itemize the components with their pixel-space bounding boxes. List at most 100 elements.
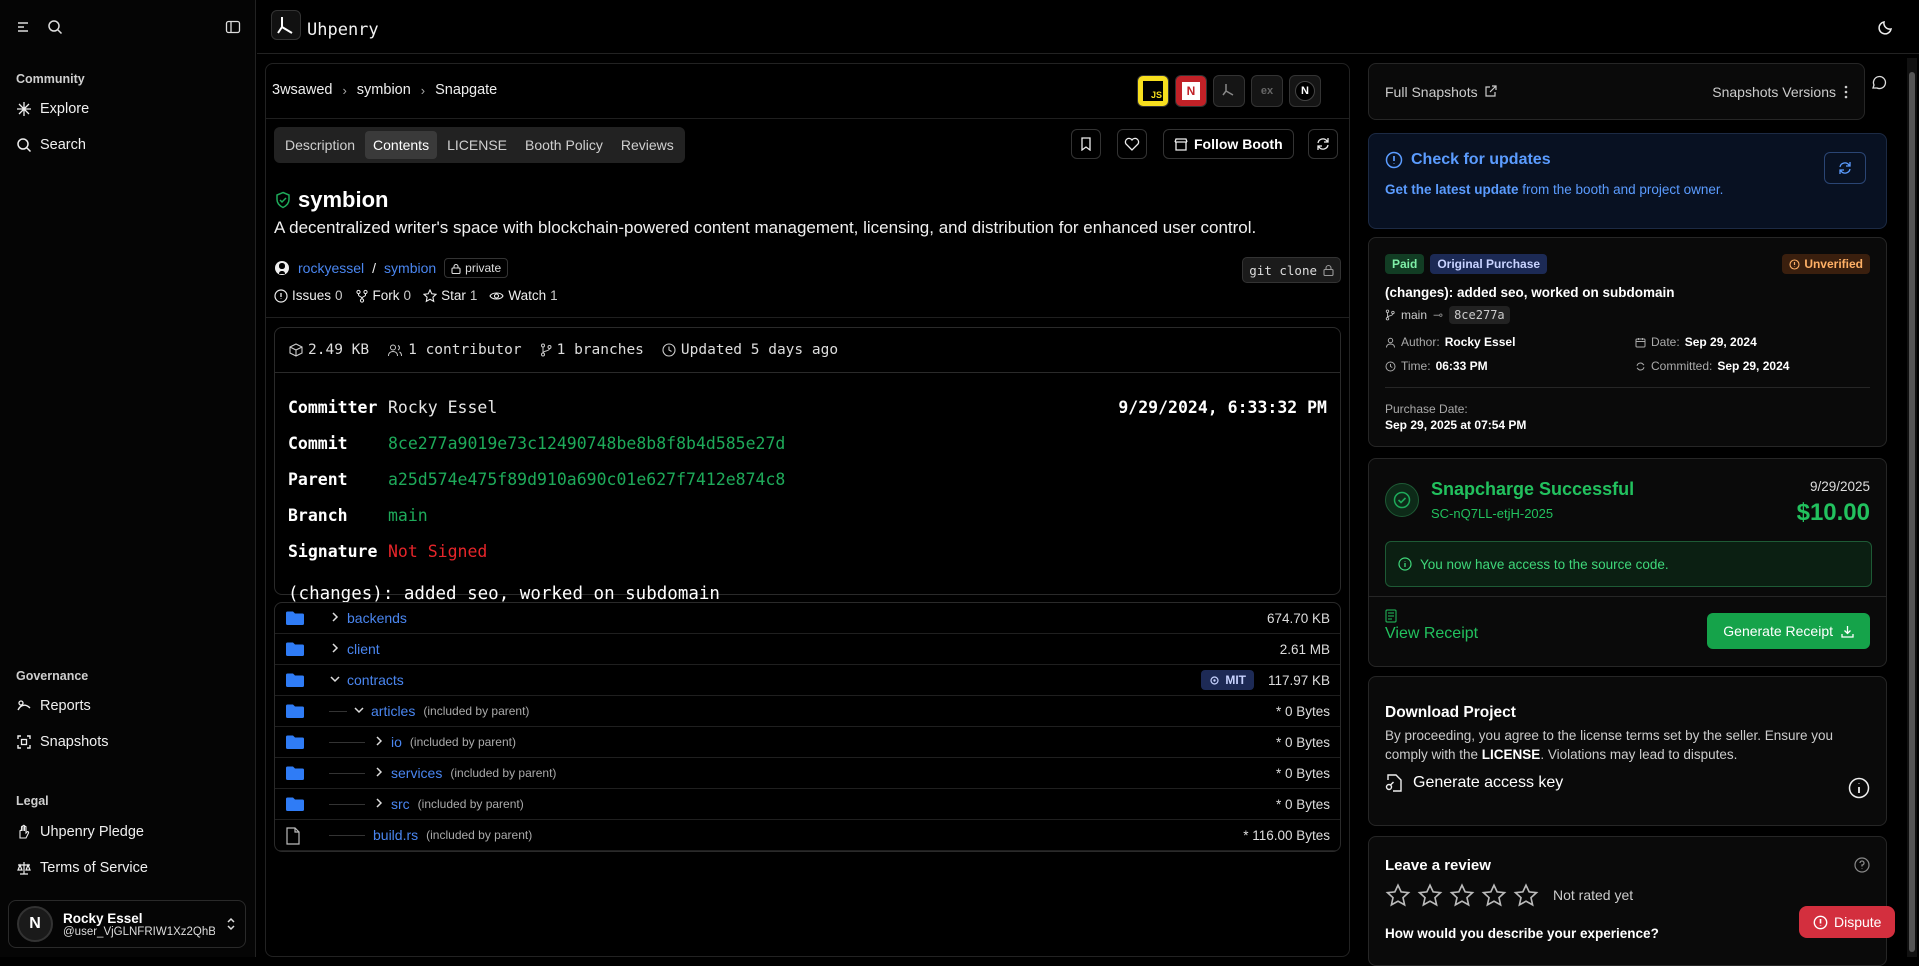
repo-description: A decentralized writer's space with bloc…: [274, 218, 1257, 237]
file-name[interactable]: contracts: [347, 672, 404, 688]
uhpenry-icon[interactable]: [1213, 75, 1245, 107]
chevron-right-icon[interactable]: [329, 642, 341, 654]
breadcrumb-item[interactable]: Snapgate: [435, 82, 497, 98]
file-note: (included by parent): [409, 735, 516, 749]
fork-stat[interactable]: Fork 0: [355, 288, 411, 303]
user-menu[interactable]: N Rocky Essel @user_VjGLNFRIW1Xz2QhB...: [8, 900, 246, 948]
file-row[interactable]: contracts MIT 117.97 KB: [275, 665, 1340, 696]
date-value: Sep 29, 2024: [1684, 335, 1757, 349]
follow-label: Follow Booth: [1194, 136, 1283, 152]
file-row[interactable]: io (included by parent) * 0 Bytes: [275, 727, 1340, 758]
sidebar-item-search[interactable]: Search: [16, 131, 86, 159]
watch-stat[interactable]: Watch 1: [489, 288, 558, 303]
nextjs-icon[interactable]: N: [1289, 75, 1321, 107]
update-link[interactable]: Get the latest update: [1385, 182, 1519, 197]
license-link[interactable]: LICENSE: [1482, 747, 1541, 762]
chevron-down-icon[interactable]: [329, 673, 341, 685]
check-updates-button[interactable]: [1824, 152, 1866, 184]
view-receipt-link[interactable]: View Receipt: [1385, 609, 1478, 643]
visibility-label: private: [465, 261, 502, 275]
refresh-button[interactable]: [1308, 129, 1338, 159]
generate-access-key-button[interactable]: Generate access key: [1385, 773, 1563, 793]
sidebar-item-snapshots[interactable]: Snapshots: [16, 728, 109, 756]
gear-icon: [1210, 675, 1219, 685]
updated-value: Updated 5 days ago: [680, 342, 839, 358]
tab-booth-policy[interactable]: Booth Policy: [517, 131, 611, 159]
menu-icon[interactable]: [16, 20, 30, 34]
bookmark-button[interactable]: [1071, 129, 1101, 159]
refresh-icon: [1315, 136, 1331, 152]
file-name[interactable]: src: [391, 796, 410, 812]
comment-icon[interactable]: [1871, 75, 1887, 91]
sidebar-item-terms[interactable]: Terms of Service: [16, 854, 148, 882]
help-icon[interactable]: [1854, 857, 1870, 873]
star-stat[interactable]: Star 1: [423, 288, 477, 303]
branches-stat: 1 branches: [540, 342, 644, 358]
npm-icon[interactable]: N: [1175, 75, 1207, 107]
rating-star-icon[interactable]: [1481, 883, 1507, 909]
sidebar-item-pledge[interactable]: Uhpenry Pledge: [16, 818, 144, 846]
file-row[interactable]: client 2.61 MB: [275, 634, 1340, 665]
folder-icon: [285, 672, 305, 688]
file-name[interactable]: io: [391, 734, 402, 750]
file-name[interactable]: backends: [347, 610, 407, 626]
clock-icon: [662, 343, 676, 357]
file-row[interactable]: src (included by parent) * 0 Bytes: [275, 789, 1340, 820]
file-name[interactable]: services: [391, 765, 442, 781]
file-name[interactable]: client: [347, 641, 380, 657]
tab-contents[interactable]: Contents: [365, 131, 438, 159]
file-row[interactable]: articles (included by parent) * 0 Bytes: [275, 696, 1340, 727]
logo[interactable]: [271, 10, 301, 40]
repo-link[interactable]: symbion: [384, 260, 436, 276]
sidebar-toggle-icon[interactable]: [225, 19, 241, 35]
tab-license[interactable]: LICENSE: [439, 131, 515, 159]
file-name[interactable]: articles: [371, 703, 415, 719]
breadcrumb-item[interactable]: symbion: [357, 82, 411, 98]
file-note: (included by parent): [426, 828, 533, 842]
repo-title: symbion: [274, 187, 388, 213]
purchase-badges: Paid Original Purchase: [1385, 254, 1548, 274]
chevron-down-icon[interactable]: [353, 704, 365, 716]
folder-icon: [285, 765, 305, 781]
rating-star-icon[interactable]: [1417, 883, 1443, 909]
javascript-icon[interactable]: JS: [1137, 75, 1169, 107]
follow-booth-button[interactable]: Follow Booth: [1163, 129, 1294, 159]
commit-hash[interactable]: 8ce277a9019e73c12490748be8b8f8b4d585e27d: [388, 434, 785, 453]
chevron-right-icon[interactable]: [373, 766, 385, 778]
issues-stat[interactable]: Issues 0: [274, 288, 343, 303]
chevron-right-icon[interactable]: [373, 797, 385, 809]
rating-star-icon[interactable]: [1449, 883, 1475, 909]
full-snapshots-link[interactable]: Full Snapshots: [1385, 84, 1497, 100]
git-clone-button[interactable]: git clone: [1242, 257, 1341, 283]
dispute-button[interactable]: Dispute: [1799, 906, 1896, 938]
box-icon: [289, 343, 303, 357]
file-name[interactable]: build.rs: [373, 827, 418, 843]
visibility-badge: private: [444, 258, 509, 278]
tab-description[interactable]: Description: [277, 131, 363, 159]
breadcrumb-item[interactable]: 3wsawed: [272, 82, 332, 98]
like-button[interactable]: [1117, 129, 1147, 159]
snapshot-versions-menu[interactable]: Snapshots Versions: [1712, 84, 1848, 100]
sidebar-item-explore[interactable]: Explore: [16, 95, 89, 123]
file-row[interactable]: backends 674.70 KB: [275, 603, 1340, 634]
branch-value[interactable]: main: [388, 506, 428, 525]
parent-hash[interactable]: a25d574e475f89d910a690c01e627f7412e874c8: [388, 470, 785, 489]
chevron-right-icon[interactable]: [373, 735, 385, 747]
scrollbar-thumb[interactable]: [1909, 72, 1915, 952]
express-icon[interactable]: ex: [1251, 75, 1283, 107]
branch-label: Branch: [288, 506, 348, 525]
search-icon[interactable]: [47, 19, 63, 35]
theme-toggle-icon[interactable]: [1877, 18, 1895, 36]
sidebar-item-reports[interactable]: Reports: [16, 692, 91, 720]
update-card: Check for updates Get the latest update …: [1368, 133, 1887, 229]
file-row[interactable]: services (included by parent) * 0 Bytes: [275, 758, 1340, 789]
rating-star-icon[interactable]: [1513, 883, 1539, 909]
file-row[interactable]: build.rs (included by parent) * 116.00 Byt…: [275, 820, 1340, 851]
generate-receipt-button[interactable]: Generate Receipt: [1707, 613, 1870, 649]
owner-link[interactable]: rockyessel: [298, 260, 364, 276]
chevron-right-icon[interactable]: [329, 611, 341, 623]
rating-star-icon[interactable]: [1385, 883, 1411, 909]
info-icon[interactable]: [1848, 777, 1870, 799]
tab-reviews[interactable]: Reviews: [613, 131, 682, 159]
user-name: Rocky Essel: [63, 910, 143, 926]
